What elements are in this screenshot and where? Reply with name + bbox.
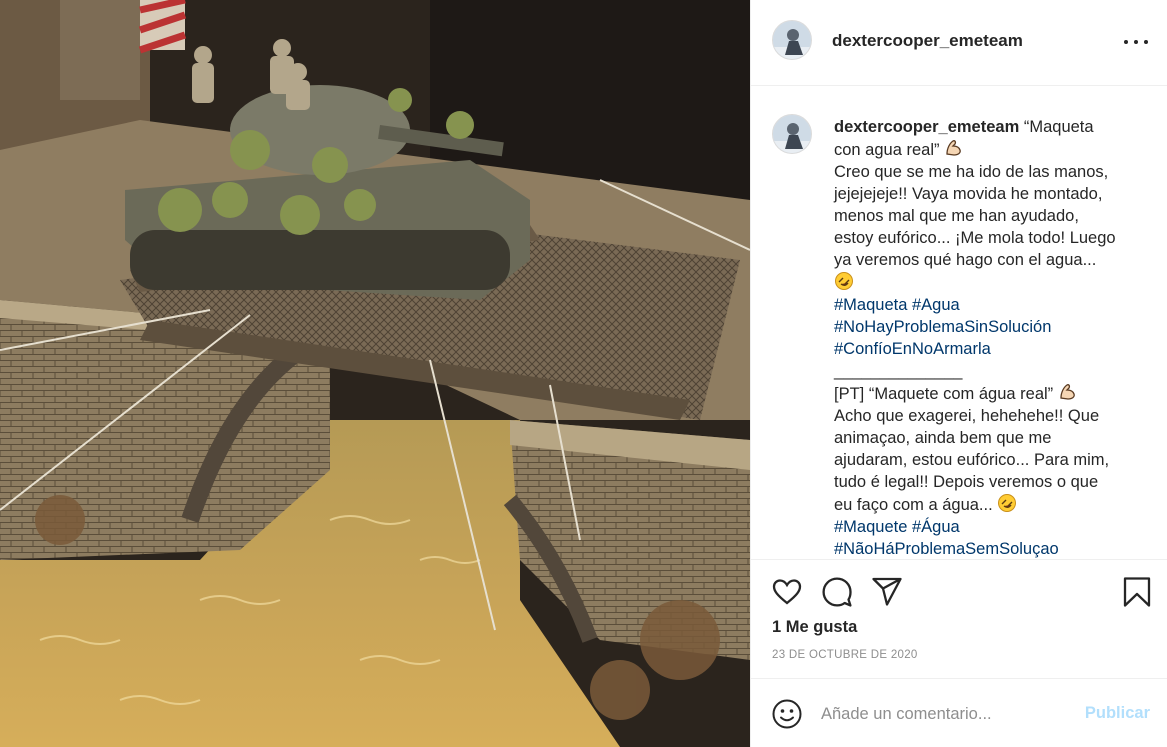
post-date[interactable]: 23 DE OCTUBRE DE 2020 xyxy=(772,649,918,661)
caption-line-text: con agua real” xyxy=(834,141,940,159)
caption-line: Creo que se me ha ido de las manos, xyxy=(834,163,1109,181)
caption-line: menos mal que me han ayudado, xyxy=(834,207,1079,225)
more-options-icon[interactable] xyxy=(1124,32,1148,52)
flexed-biceps-emoji xyxy=(1060,384,1075,400)
likes-count[interactable]: 1 Me gusta xyxy=(772,618,857,637)
publish-button[interactable]: Publicar xyxy=(1085,704,1150,723)
caption-line: animaçao, ainda bem que me xyxy=(834,429,1052,447)
caption-line: ajudaram, estou eufórico... Para mim, xyxy=(834,451,1110,469)
caption-line-text: “Maqueta xyxy=(1023,118,1094,136)
caption-line-text: eu faço com a água... xyxy=(834,496,993,514)
avatar-image xyxy=(773,21,811,59)
caption-line-text: [PT] “Maquete com água real” xyxy=(834,385,1054,403)
caption-line: Acho que exagerei, hehehehe!! Que xyxy=(834,407,1100,425)
rolling-laughing-emoji xyxy=(998,494,1017,512)
hashtag-line[interactable]: #Maqueta #Agua xyxy=(834,294,1139,316)
caption-line xyxy=(834,271,1139,294)
caption-avatar[interactable] xyxy=(772,114,812,154)
caption-separator: ______________ xyxy=(834,362,963,380)
caption-line: tudo é legal!! Depois veremos o que xyxy=(834,473,1099,491)
post-photo[interactable] xyxy=(0,0,750,747)
action-bar xyxy=(751,559,1167,617)
comment-bar: Publicar xyxy=(751,678,1167,747)
flexed-biceps-emoji xyxy=(946,140,961,156)
caption-line: estoy eufórico... ¡Me mola todo! Luego xyxy=(834,229,1116,247)
caption-line: [PT] “Maquete com água real” xyxy=(834,382,1139,405)
hashtag-line[interactable]: #NãoHáProblemaSemSoluçao xyxy=(834,538,1139,559)
caption-line: eu faço com a água... xyxy=(834,493,1139,516)
comment-bubble-icon[interactable] xyxy=(821,576,853,608)
caption-line: dextercooper_emeteam “Maqueta xyxy=(834,116,1139,138)
bookmark-icon[interactable] xyxy=(1121,576,1153,608)
caption-line: ya veremos qué hago con el agua... xyxy=(834,251,1097,269)
smiley-face-icon[interactable] xyxy=(771,698,803,730)
caption-username[interactable]: dextercooper_emeteam xyxy=(834,118,1019,136)
post-side-panel: dextercooper_emeteam dextercooper_emetea… xyxy=(750,0,1167,747)
caption-area: dextercooper_emeteam “Maqueta con agua r… xyxy=(751,86,1167,559)
avatar-image xyxy=(773,115,811,153)
paper-plane-icon[interactable] xyxy=(871,576,903,608)
post-header: dextercooper_emeteam xyxy=(751,0,1167,86)
caption-line: con agua real” xyxy=(834,138,1139,161)
heart-icon[interactable] xyxy=(771,576,803,608)
hashtag-line[interactable]: #NoHayProblemaSinSolución xyxy=(834,316,1139,338)
rolling-laughing-emoji xyxy=(835,272,853,290)
comment-input[interactable] xyxy=(821,699,1071,729)
post-username[interactable]: dextercooper_emeteam xyxy=(832,31,1023,51)
hashtag-line[interactable]: #ConfíoEnNoArmarla xyxy=(834,338,1139,360)
avatar[interactable] xyxy=(772,20,812,60)
diorama-photo xyxy=(0,0,750,747)
caption-text: dextercooper_emeteam “Maqueta con agua r… xyxy=(834,116,1139,559)
hashtag-line[interactable]: #Maquete #Água xyxy=(834,516,1139,538)
caption-line: jejejejeje!! Vaya movida he montado, xyxy=(834,185,1103,203)
